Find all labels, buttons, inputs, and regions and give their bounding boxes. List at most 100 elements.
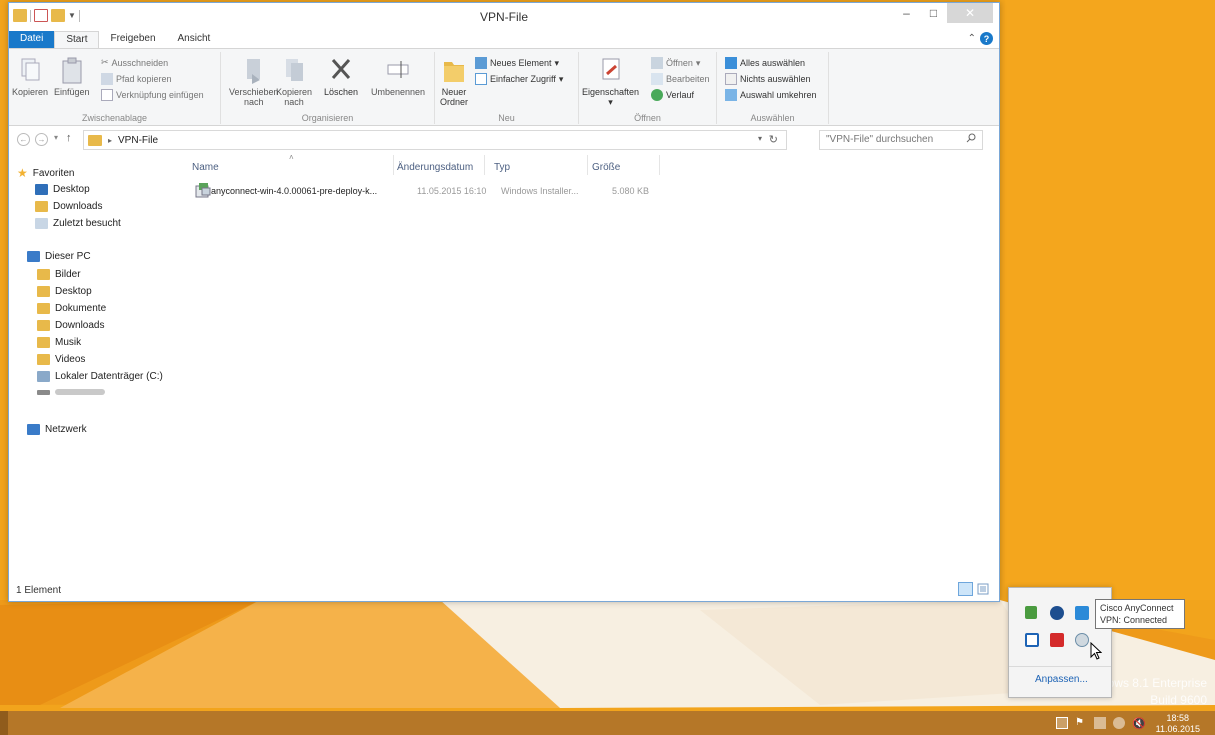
column-header-size[interactable]: Größe bbox=[592, 162, 620, 173]
folder-icon bbox=[88, 134, 102, 146]
search-icon[interactable] bbox=[966, 133, 976, 143]
speaker-muted-icon[interactable]: 🔇 bbox=[1132, 717, 1146, 730]
status-bar: 1 Element bbox=[9, 579, 999, 601]
column-divider[interactable] bbox=[484, 155, 485, 175]
select-none-button[interactable]: Nichts auswählen bbox=[725, 73, 811, 85]
file-date: 11.05.2015 16:10 bbox=[417, 186, 487, 196]
details-view-icon[interactable] bbox=[958, 582, 973, 596]
cisco-anyconnect-icon[interactable] bbox=[1075, 633, 1089, 647]
nav-network[interactable]: Netzwerk bbox=[27, 424, 87, 435]
up-arrow-icon[interactable]: ↑ bbox=[66, 132, 72, 144]
nav-this-pc[interactable]: Dieser PC bbox=[27, 251, 91, 262]
copy-label: Kopieren bbox=[12, 87, 49, 97]
chevron-up-icon[interactable]: ⌃ bbox=[968, 33, 976, 44]
breadcrumb-chevron-icon[interactable]: ▸ bbox=[108, 136, 112, 145]
history-button[interactable]: Verlauf bbox=[651, 89, 694, 101]
copy-to-button[interactable]: Kopieren nach bbox=[276, 56, 312, 107]
large-icons-view-icon[interactable] bbox=[977, 583, 989, 595]
tab-start[interactable]: Start bbox=[54, 31, 100, 48]
paste-button[interactable]: Einfügen bbox=[54, 56, 90, 97]
copy-path-label: Pfad kopieren bbox=[116, 74, 172, 84]
windows-edition-watermark: dows 8.1 Enterprise bbox=[1100, 676, 1207, 690]
nav-item-pictures[interactable]: Bilder bbox=[37, 269, 81, 280]
open-button[interactable]: Öffnen ▾ bbox=[651, 57, 700, 69]
recent-locations-chevron-icon[interactable]: ▾ bbox=[54, 133, 58, 142]
build-watermark: Build 9600 bbox=[1150, 693, 1207, 707]
address-bar[interactable]: ▸ VPN-File ▾ ↻ bbox=[83, 130, 787, 150]
paste-shortcut-button[interactable]: Verknüpfung einfügen bbox=[101, 89, 204, 101]
sort-arrow-icon: ˄ bbox=[289, 153, 294, 162]
new-item-label: Neues Element bbox=[490, 58, 552, 68]
open-group-label: Öffnen bbox=[634, 113, 661, 123]
delete-button[interactable]: Löschen bbox=[324, 56, 358, 97]
network-taskbar-icon[interactable] bbox=[1094, 717, 1106, 729]
nav-item-desktop[interactable]: Desktop bbox=[35, 184, 90, 195]
edit-button[interactable]: Bearbeiten bbox=[651, 73, 710, 85]
back-arrow-icon[interactable]: ← bbox=[17, 133, 30, 146]
network-tray-icon[interactable] bbox=[1025, 606, 1037, 619]
nav-item-label: Lokaler Datenträger (C:) bbox=[55, 371, 163, 382]
tab-file[interactable]: Datei bbox=[9, 31, 55, 48]
edit-icon bbox=[651, 73, 663, 85]
maximize-button[interactable]: □ bbox=[920, 3, 947, 23]
app-tray-icon[interactable] bbox=[1025, 633, 1039, 647]
ribbon-tools: ⌃ ? bbox=[968, 32, 993, 45]
hard-drive-icon bbox=[37, 371, 50, 382]
vpn-taskbar-icon[interactable] bbox=[1113, 717, 1125, 729]
properties-button[interactable]: Eigenschaften ▾ bbox=[582, 56, 639, 107]
easy-access-button[interactable]: Einfacher Zugriff ▾ bbox=[475, 73, 563, 85]
column-header-name[interactable]: Name bbox=[192, 162, 219, 173]
nav-item-network-drive[interactable] bbox=[37, 389, 105, 395]
table-row[interactable]: anyconnect-win-4.0.00061-pre-deploy-k...… bbox=[189, 182, 659, 200]
new-item-button[interactable]: Neues Element ▾ bbox=[475, 57, 559, 69]
column-divider[interactable] bbox=[393, 155, 394, 175]
nav-item-desktop-pc[interactable]: Desktop bbox=[37, 286, 92, 297]
nav-item-downloads[interactable]: Downloads bbox=[35, 201, 102, 212]
title-bar[interactable]: ▼ VPN-File – □ ✕ bbox=[9, 3, 999, 30]
new-folder-label: Neuer bbox=[441, 87, 467, 97]
invert-selection-button[interactable]: Auswahl umkehren bbox=[725, 89, 817, 101]
nav-item-documents[interactable]: Dokumente bbox=[37, 303, 106, 314]
breadcrumb-item[interactable]: VPN-File bbox=[118, 135, 158, 146]
organize-group-label: Organisieren bbox=[301, 113, 354, 123]
copy-path-button[interactable]: Pfad kopieren bbox=[101, 73, 172, 85]
flag-icon[interactable]: ⚑ bbox=[1075, 717, 1087, 729]
column-divider[interactable] bbox=[587, 155, 588, 175]
minimize-button[interactable]: – bbox=[893, 3, 920, 23]
bluetooth-icon[interactable] bbox=[1050, 606, 1064, 620]
taskbar-clock[interactable]: 18:58 11.06.2015 bbox=[1156, 713, 1200, 735]
nav-item-local-disk[interactable]: Lokaler Datenträger (C:) bbox=[37, 371, 163, 382]
security-tray-icon[interactable] bbox=[1075, 606, 1089, 620]
show-hidden-icons-button[interactable] bbox=[1056, 717, 1068, 729]
customize-link[interactable]: Anpassen... bbox=[1035, 674, 1088, 685]
chevron-down-icon[interactable]: ▾ bbox=[758, 134, 762, 143]
rename-button[interactable]: Umbenennen bbox=[371, 56, 425, 97]
forward-arrow-icon[interactable]: → bbox=[35, 133, 48, 146]
column-header-type[interactable]: Typ bbox=[494, 162, 510, 173]
search-input[interactable]: "VPN-File" durchsuchen bbox=[819, 130, 983, 150]
organize-group: Verschieben nach Kopieren nach Löschen U… bbox=[221, 52, 435, 124]
cut-button[interactable]: ✂ Ausschneiden bbox=[101, 57, 168, 68]
move-to-button[interactable]: Verschieben nach bbox=[229, 56, 279, 107]
tab-view[interactable]: Ansicht bbox=[167, 31, 222, 48]
select-none-icon bbox=[725, 73, 737, 85]
nav-item-music[interactable]: Musik bbox=[37, 337, 81, 348]
column-divider[interactable] bbox=[659, 155, 660, 175]
tab-share[interactable]: Freigeben bbox=[99, 31, 166, 48]
taskbar-edge bbox=[0, 711, 8, 735]
nav-item-downloads-pc[interactable]: Downloads bbox=[37, 320, 104, 331]
copy-button[interactable]: Kopieren bbox=[12, 56, 48, 97]
nav-favorites[interactable]: ★ Favoriten bbox=[17, 166, 74, 180]
select-all-button[interactable]: Alles auswählen bbox=[725, 57, 805, 69]
refresh-icon[interactable]: ↻ bbox=[769, 133, 778, 146]
delete-label: Löschen bbox=[324, 87, 359, 97]
nav-item-recent[interactable]: Zuletzt besucht bbox=[35, 218, 121, 229]
pdf-tray-icon[interactable] bbox=[1050, 633, 1064, 647]
help-icon[interactable]: ? bbox=[980, 32, 993, 45]
close-button[interactable]: ✕ bbox=[947, 3, 993, 23]
column-header-date[interactable]: Änderungsdatum bbox=[397, 162, 473, 173]
recent-icon bbox=[35, 218, 48, 229]
new-folder-button[interactable]: Neuer Ordner bbox=[440, 56, 468, 107]
nav-item-videos[interactable]: Videos bbox=[37, 354, 85, 365]
new-group-label: Neu bbox=[498, 113, 515, 123]
